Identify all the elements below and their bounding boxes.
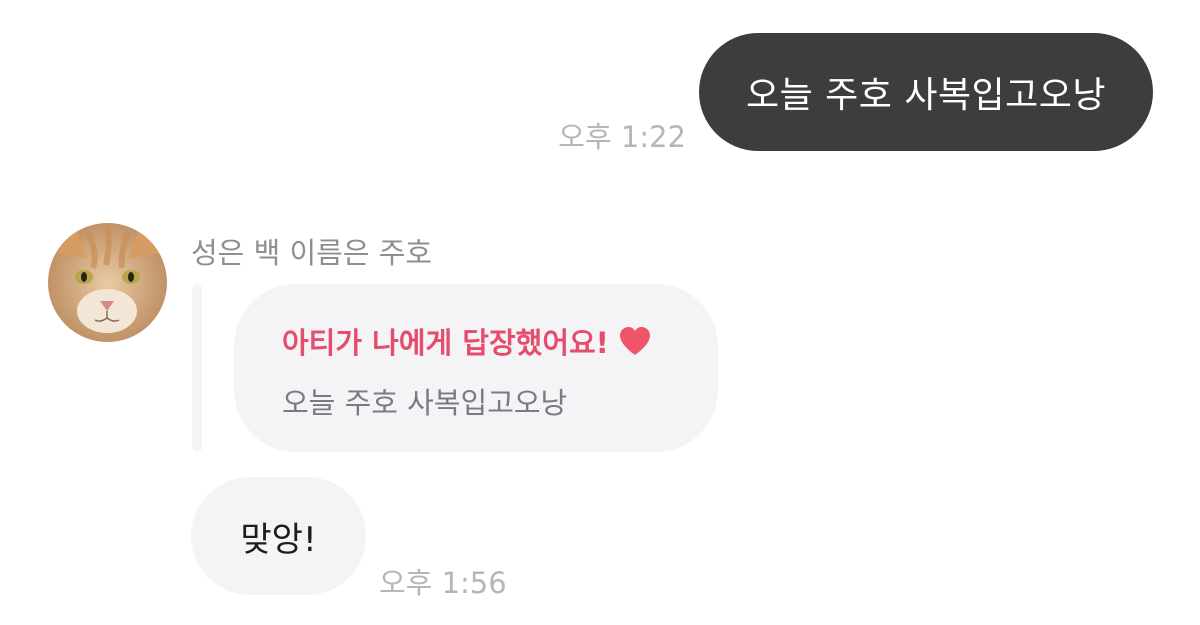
incoming-message-text: 맞앙!: [240, 519, 317, 560]
outgoing-message-bubble[interactable]: 오늘 주호 사복입고오낭: [699, 33, 1153, 151]
incoming-message-time: 오후 1:56: [379, 566, 507, 600]
outgoing-message-time: 오후 1:22: [558, 120, 686, 154]
reply-card[interactable]: 아티가 나에게 답장했어요! 오늘 주호 사복입고오낭: [234, 284, 718, 452]
outgoing-message-text: 오늘 주호 사복입고오낭: [745, 75, 1107, 116]
reply-title: 아티가 나에게 답장했어요!: [282, 320, 651, 362]
reply-quoted-text: 오늘 주호 사복입고오낭: [282, 386, 568, 420]
sender-avatar[interactable]: [48, 223, 167, 342]
cat-avatar-icon: [48, 223, 167, 342]
reply-thread-line: [192, 284, 202, 452]
heart-icon: [619, 326, 651, 356]
incoming-message-bubble[interactable]: 맞앙!: [191, 477, 366, 595]
sender-name: 성은 백 이름은 주호: [191, 236, 433, 270]
reply-title-text: 아티가 나에게 답장했어요!: [282, 326, 609, 360]
